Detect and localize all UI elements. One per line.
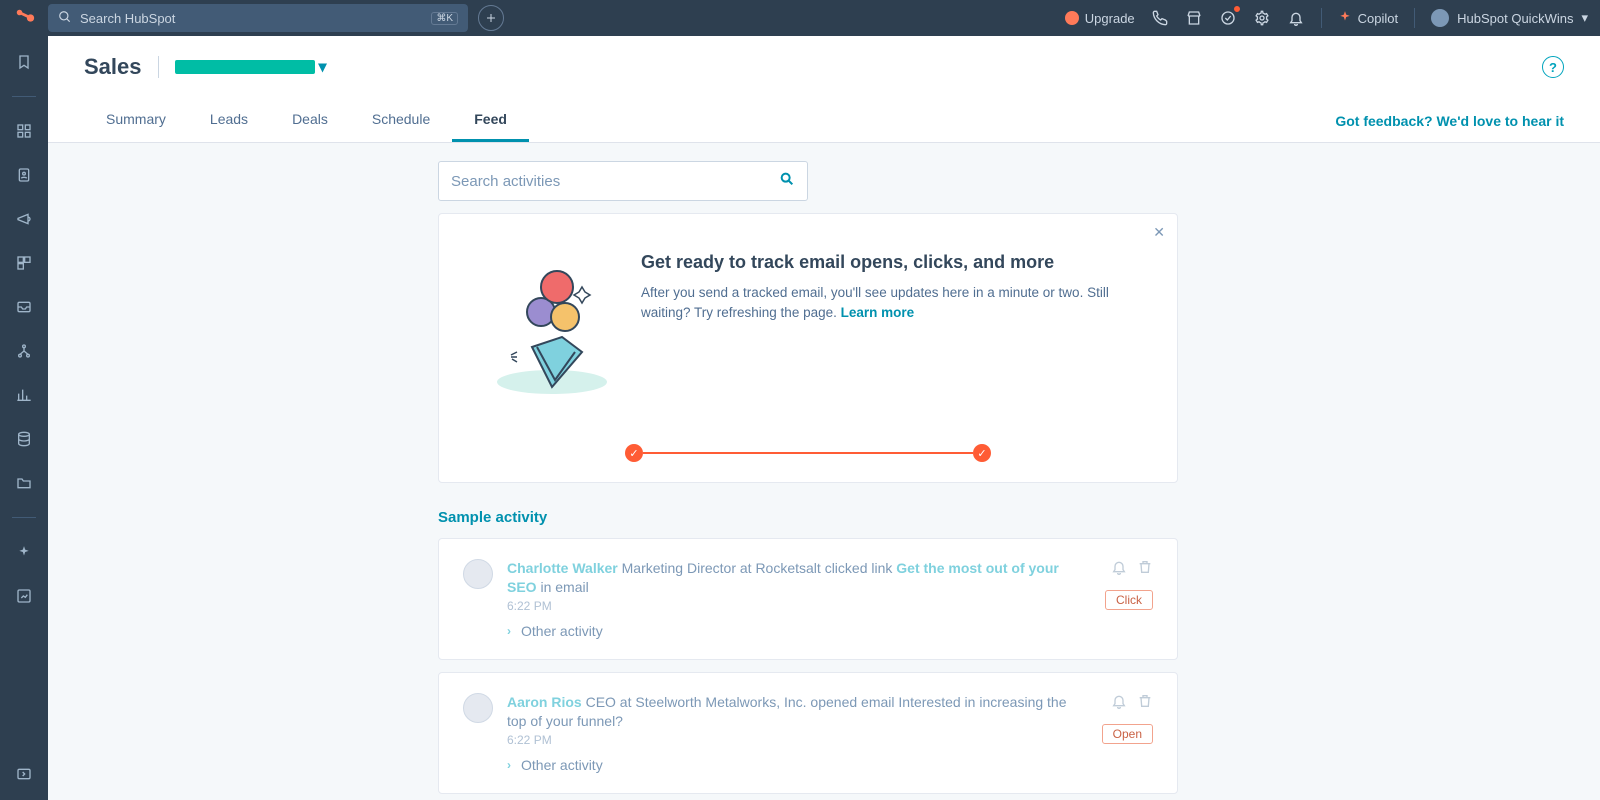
activity-tag: Open <box>1102 724 1153 744</box>
chevron-down-icon: ▾ <box>319 57 327 77</box>
activity-text: Charlotte Walker Marketing Director at R… <box>507 559 1091 597</box>
pipeline-selector[interactable]: ▾ <box>175 57 327 77</box>
notifications-icon[interactable] <box>1287 9 1305 27</box>
left-sidebar <box>0 36 48 800</box>
upgrade-link[interactable]: Upgrade <box>1065 11 1135 26</box>
database-icon[interactable] <box>14 429 34 449</box>
learn-more-link[interactable]: Learn more <box>841 305 915 320</box>
bell-icon[interactable] <box>1111 559 1127 580</box>
search-icon <box>58 10 72 27</box>
sparkle-icon[interactable] <box>14 542 34 562</box>
intro-title: Get ready to track email opens, clicks, … <box>641 252 1129 273</box>
megaphone-icon[interactable] <box>14 209 34 229</box>
tab-leads[interactable]: Leads <box>188 99 270 142</box>
activity-tag: Click <box>1105 590 1153 610</box>
inbox-icon[interactable] <box>14 297 34 317</box>
settings-icon[interactable] <box>1253 9 1271 27</box>
avatar[interactable] <box>463 559 493 589</box>
section-label: Sample activity <box>438 509 1178 526</box>
intro-body: After you send a tracked email, you'll s… <box>641 283 1129 322</box>
divider <box>158 56 159 78</box>
create-button[interactable] <box>478 5 504 31</box>
activity-card: Charlotte Walker Marketing Director at R… <box>438 538 1178 660</box>
grid-icon[interactable] <box>14 121 34 141</box>
activity-search[interactable] <box>438 161 808 201</box>
tab-feed[interactable]: Feed <box>452 99 529 142</box>
expand-sidebar-icon[interactable] <box>14 764 34 784</box>
activity-text: Aaron Rios CEO at Steelworth Metalworks,… <box>507 693 1088 731</box>
topbar: ⌘K Upgrade Copilot HubSpot QuickWins <box>0 0 1600 36</box>
contact-name[interactable]: Aaron Rios <box>507 694 582 710</box>
dashboard-icon[interactable] <box>14 586 34 606</box>
tab-summary[interactable]: Summary <box>84 99 188 142</box>
help-button[interactable]: ? <box>1542 56 1564 78</box>
chevron-right-icon: › <box>507 624 511 638</box>
feed-content: ✕ <box>48 143 1600 800</box>
expand-label: Other activity <box>521 757 603 773</box>
global-search[interactable]: ⌘K <box>48 4 468 32</box>
expand-row[interactable]: › Other activity <box>507 623 1091 639</box>
divider <box>12 517 36 518</box>
folder-icon[interactable] <box>14 473 34 493</box>
activity-search-input[interactable] <box>451 173 771 190</box>
blocks-icon[interactable] <box>14 253 34 273</box>
divider <box>1414 8 1415 28</box>
step-dot: ✓ <box>973 444 991 462</box>
chevron-right-icon: › <box>507 758 511 772</box>
trash-icon[interactable] <box>1137 559 1153 580</box>
expand-label: Other activity <box>521 623 603 639</box>
main-content: Sales ▾ ? SummaryLeadsDealsScheduleFeed … <box>48 36 1600 800</box>
bookmark-icon[interactable] <box>14 52 34 72</box>
activity-time: 6:22 PM <box>507 733 1088 747</box>
expand-row[interactable]: › Other activity <box>507 757 1088 773</box>
copilot-button[interactable]: Copilot <box>1338 10 1398 27</box>
chevron-down-icon: ▾ <box>1581 10 1588 26</box>
global-search-input[interactable] <box>80 11 423 26</box>
feedback-link[interactable]: Got feedback? We'd love to hear it <box>1335 101 1564 141</box>
close-icon[interactable]: ✕ <box>1153 224 1165 241</box>
tab-schedule[interactable]: Schedule <box>350 99 452 142</box>
tab-bar: SummaryLeadsDealsScheduleFeed Got feedba… <box>48 99 1600 143</box>
search-icon[interactable] <box>779 171 795 192</box>
copilot-label: Copilot <box>1358 11 1398 26</box>
phone-icon[interactable] <box>1151 9 1169 27</box>
account-menu[interactable]: HubSpot QuickWins ▾ <box>1431 9 1588 27</box>
divider <box>12 96 36 97</box>
step-dot: ✓ <box>625 444 643 462</box>
account-name: HubSpot QuickWins <box>1457 11 1573 26</box>
hierarchy-icon[interactable] <box>14 341 34 361</box>
divider <box>1321 8 1322 28</box>
progress-steps: ✓ ✓ <box>463 444 1153 462</box>
contact-name[interactable]: Charlotte Walker <box>507 560 618 576</box>
activity-time: 6:22 PM <box>507 599 1091 613</box>
trash-icon[interactable] <box>1137 693 1153 714</box>
hubspot-logo-icon[interactable] <box>12 5 38 31</box>
activity-card: Aaron Rios CEO at Steelworth Metalworks,… <box>438 672 1178 794</box>
contacts-icon[interactable] <box>14 165 34 185</box>
tab-deals[interactable]: Deals <box>270 99 350 142</box>
avatar-icon <box>1431 9 1449 27</box>
reports-icon[interactable] <box>14 385 34 405</box>
upgrade-label: Upgrade <box>1085 11 1135 26</box>
sparkle-icon <box>1338 10 1352 27</box>
intro-card: ✕ <box>438 213 1178 483</box>
shortcut-hint: ⌘K <box>431 12 458 25</box>
page-title: Sales <box>84 54 142 80</box>
step-line <box>643 452 973 454</box>
balloons-illustration <box>487 252 617 402</box>
bell-icon[interactable] <box>1111 693 1127 714</box>
marketplace-icon[interactable] <box>1185 9 1203 27</box>
approvals-icon[interactable] <box>1219 9 1237 27</box>
pipeline-redacted <box>175 60 315 74</box>
avatar[interactable] <box>463 693 493 723</box>
upgrade-icon <box>1065 11 1079 25</box>
